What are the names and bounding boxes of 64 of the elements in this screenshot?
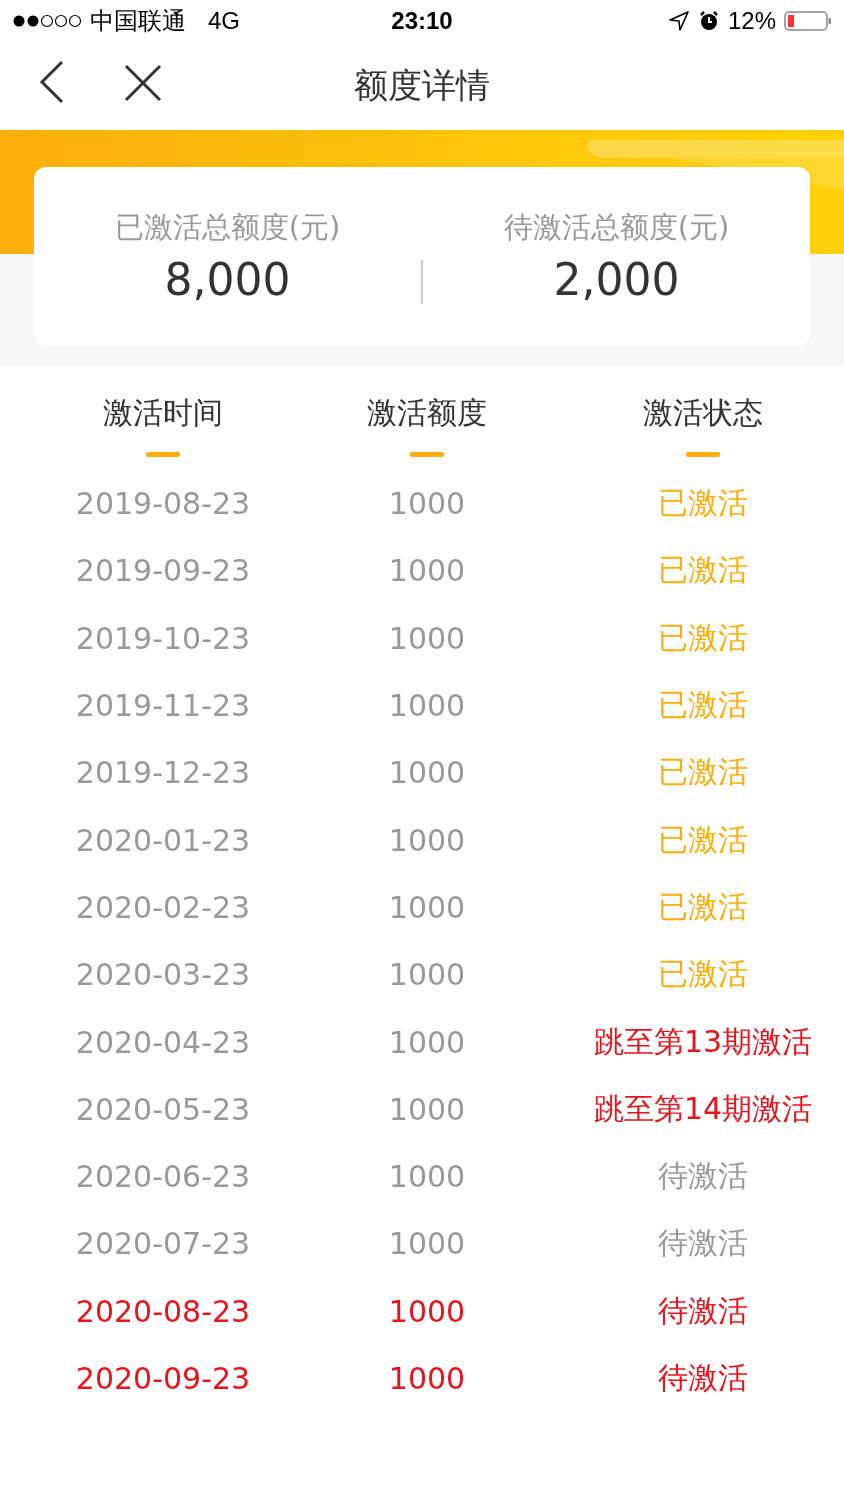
- clock-time: 23:10: [391, 7, 453, 35]
- column-header: 激活状态: [643, 394, 763, 432]
- date-cell-text: 2019-10-23: [74, 620, 252, 656]
- date-cell-text: 2019-12-23: [74, 755, 252, 791]
- column-header: 激活额度: [367, 394, 487, 432]
- status-cell-text: 待激活: [657, 1359, 749, 1397]
- status-cell-text: 跳至第13期激活: [592, 1022, 814, 1061]
- total-label: 待激活总额度(元): [503, 209, 730, 246]
- column-header: 激活时间: [103, 394, 223, 432]
- amount-cell-text: 1000: [387, 889, 467, 925]
- date-cell-text: 2020-03-23: [74, 957, 252, 993]
- status-cell-text: 已激活: [657, 887, 749, 926]
- status-cell-text: 已激活: [657, 551, 749, 590]
- status-cell-text: 待激活: [657, 1291, 749, 1330]
- status-cell-text: 待激活: [657, 1157, 749, 1196]
- amount-cell-text: 1000: [387, 1361, 467, 1396]
- status-cell-text: 待激活: [657, 1224, 749, 1263]
- status-cell-text: 已激活: [657, 618, 749, 657]
- date-cell-text: 2020-02-23: [74, 889, 252, 925]
- amount-cell-text: 1000: [387, 1091, 467, 1127]
- date-cell-text: 2020-06-23: [74, 1159, 252, 1195]
- date-cell-text: 2020-04-23: [74, 1024, 252, 1060]
- battery-percent: 12%: [727, 7, 776, 35]
- date-cell-text: 2019-09-23: [74, 553, 252, 589]
- back-chevron-icon: [38, 60, 66, 104]
- amount-cell-text: 1000: [387, 1159, 467, 1195]
- total-label: 已激活总额度(元): [114, 209, 341, 246]
- amount-cell-text: 1000: [387, 755, 467, 791]
- status-cell-text: 已激活: [657, 753, 749, 792]
- page-title: 额度详情: [354, 64, 490, 107]
- status-cell-text: 已激活: [657, 484, 749, 523]
- carrier-name: 中国联通: [90, 6, 186, 36]
- signal-icon: [12, 14, 82, 28]
- amount-cell-text: 1000: [387, 1293, 467, 1329]
- amount-cell-text: 1000: [387, 1024, 467, 1060]
- header-underline: [410, 452, 444, 457]
- amount-cell-text: 1000: [387, 553, 467, 589]
- back-button[interactable]: [38, 60, 66, 104]
- status-cell-text: 已激活: [657, 686, 749, 725]
- amount-cell-text: 1000: [387, 822, 467, 858]
- close-icon: [124, 64, 162, 102]
- header-underline: [686, 452, 720, 457]
- date-cell-text: 2020-01-23: [74, 822, 252, 858]
- date-cell-text: 2020-07-23: [74, 1226, 252, 1262]
- amount-cell-text: 1000: [387, 957, 467, 993]
- total-amount: 2,000: [553, 254, 680, 305]
- amount-cell-text: 1000: [387, 486, 467, 522]
- amount-cell-text: 1000: [387, 1226, 467, 1262]
- amount-cell-text: 1000: [387, 620, 467, 656]
- header-underline: [146, 452, 180, 457]
- close-button[interactable]: [124, 64, 162, 102]
- date-cell-text: 2019-08-23: [74, 486, 252, 522]
- total-amount: 8,000: [164, 254, 291, 305]
- status-cell-text: 已激活: [657, 955, 749, 994]
- network-type: 4G: [208, 7, 240, 35]
- location-arrow-icon: [667, 10, 690, 32]
- status-cell-text: 跳至第14期激活: [592, 1089, 814, 1128]
- status-cell-text: 已激活: [657, 820, 749, 859]
- date-cell-text: 2020-09-23: [74, 1361, 252, 1396]
- amount-cell-text: 1000: [387, 688, 467, 724]
- battery-icon: [784, 10, 832, 32]
- date-cell-text: 2020-08-23: [74, 1293, 252, 1329]
- date-cell-text: 2019-11-23: [74, 688, 252, 724]
- date-cell-text: 2020-05-23: [74, 1091, 252, 1127]
